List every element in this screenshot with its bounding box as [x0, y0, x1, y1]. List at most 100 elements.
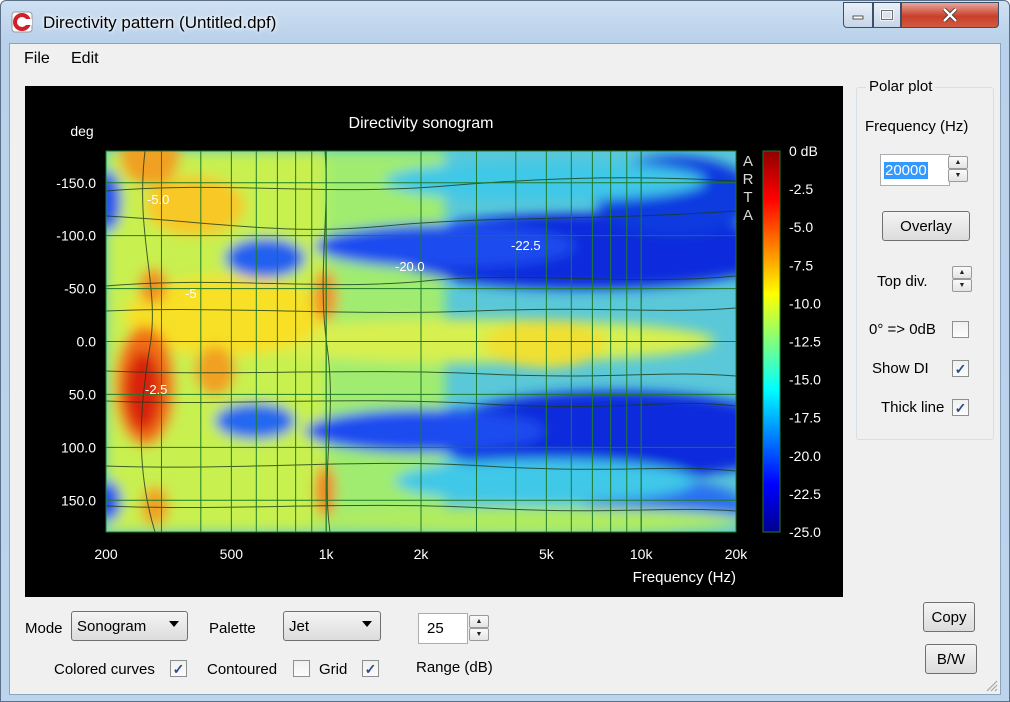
- contour-label-4: -20.0: [395, 259, 425, 274]
- palette-label: Palette: [209, 620, 256, 637]
- mode-label: Mode: [25, 620, 63, 637]
- mode-select[interactable]: Sonogram: [71, 611, 188, 641]
- chevron-down-icon[interactable]: ▼: [469, 628, 489, 641]
- plot-grid: [105, 150, 737, 533]
- show-di-label: Show DI: [872, 360, 929, 377]
- zero-db-checkbox[interactable]: [952, 321, 969, 338]
- colorbar-tick-label: -7.5: [789, 257, 813, 273]
- title-bar[interactable]: Directivity pattern (Untitled.dpf): [1, 1, 1009, 43]
- y-tick-label: 150.0: [61, 492, 96, 508]
- y-tick-label: 50.0: [69, 386, 96, 402]
- range-label: Range (dB): [416, 659, 493, 676]
- resize-grip-icon[interactable]: [984, 678, 998, 692]
- palette-select[interactable]: Jet: [283, 611, 381, 641]
- close-button[interactable]: [901, 2, 999, 28]
- show-di-checkbox[interactable]: ✓: [952, 360, 969, 377]
- frequency-spinner[interactable]: ▲ ▼: [948, 156, 968, 182]
- close-icon: [942, 8, 958, 22]
- x-tick-label: 10k: [630, 546, 654, 562]
- frequency-value: 20000: [884, 161, 928, 179]
- colored-curves-label: Colored curves: [54, 661, 155, 678]
- client-area: File Edit Directivity sonogram deg -5.0 …: [9, 43, 1001, 695]
- colorbar-tick-label: -20.0: [789, 448, 821, 464]
- frequency-label: Frequency (Hz): [865, 118, 969, 135]
- chevron-down-icon: [362, 621, 372, 627]
- colorbar-tick-label: -25.0: [789, 524, 821, 540]
- contoured-checkbox[interactable]: [293, 660, 310, 677]
- top-div-spinner[interactable]: ▲ ▼: [952, 266, 972, 292]
- sonogram-heatmap: [106, 151, 736, 532]
- range-spinner[interactable]: ▲ ▼: [469, 615, 489, 641]
- colorbar-tick-labels: 0 dB -2.5 -5.0 -7.5 -10.0 -12.5 -15.0 -17.5 -20.…: [789, 143, 821, 540]
- colorbar-tick-label: -15.0: [789, 372, 821, 388]
- grid-label: Grid: [319, 661, 348, 678]
- menu-file[interactable]: File: [24, 50, 50, 68]
- top-div-label: Top div.: [877, 273, 928, 290]
- minimize-button[interactable]: [843, 2, 873, 28]
- y-tick-label: -100.0: [56, 228, 96, 244]
- x-tick-label: 5k: [539, 546, 555, 562]
- contour-label-1: -5.0: [147, 192, 169, 207]
- contour-label-2: -5: [185, 286, 197, 301]
- x-tick-label: 2k: [414, 546, 430, 562]
- svg-text:R: R: [743, 171, 754, 188]
- menu-edit[interactable]: Edit: [71, 50, 99, 68]
- contour-label-5: -2.5: [145, 382, 167, 397]
- y-tick-label: 0.0: [77, 334, 97, 350]
- thick-line-label: Thick line: [881, 399, 945, 416]
- y-tick-label: -50.0: [64, 281, 96, 297]
- maximize-button[interactable]: [873, 2, 901, 28]
- mode-value: Sonogram: [77, 617, 147, 635]
- x-tick-labels: 200 500 1k 2k 5k 10k 20k: [94, 546, 748, 562]
- sonogram-svg: Directivity sonogram deg -5.0 -5 -22.5 -…: [56, 115, 821, 586]
- chevron-down-icon: [169, 621, 179, 627]
- zero-db-label: 0° => 0dB: [869, 321, 936, 338]
- copy-button[interactable]: Copy: [923, 602, 975, 632]
- maximize-icon: [880, 9, 894, 21]
- window-title: Directivity pattern (Untitled.dpf): [43, 13, 277, 32]
- chart-title: Directivity sonogram: [349, 115, 494, 132]
- contour-label-3: -22.5: [511, 238, 541, 253]
- colorbar-tick-label: -2.5: [789, 181, 813, 197]
- chevron-down-icon[interactable]: ▼: [952, 279, 972, 292]
- arta-app-icon: [11, 11, 33, 33]
- polar-plot-group-label: Polar plot: [866, 78, 936, 95]
- colorbar-tick-label: -5.0: [789, 219, 813, 235]
- colorbar-tick-label: -10.0: [789, 295, 821, 311]
- x-tick-label: 500: [220, 546, 244, 562]
- range-input[interactable]: 25: [418, 613, 468, 644]
- menu-bar: File Edit: [10, 44, 1000, 72]
- y-axis-label: deg: [70, 123, 93, 139]
- colorbar: [762, 150, 781, 533]
- bw-button[interactable]: B/W: [925, 644, 977, 674]
- range-value: 25: [427, 620, 444, 637]
- colorbar-tick-label: -12.5: [789, 334, 821, 350]
- thick-line-checkbox[interactable]: ✓: [952, 399, 969, 416]
- chevron-up-icon[interactable]: ▲: [952, 266, 972, 279]
- y-tick-label: -150.0: [56, 175, 96, 191]
- colorbar-tick-label: -22.5: [789, 486, 821, 502]
- svg-text:T: T: [743, 189, 752, 206]
- contoured-label: Contoured: [207, 661, 278, 678]
- chevron-down-icon[interactable]: ▼: [948, 169, 968, 182]
- x-axis-label: Frequency (Hz): [633, 569, 736, 586]
- svg-text:A: A: [743, 207, 753, 224]
- overlay-button[interactable]: Overlay: [882, 211, 970, 241]
- x-tick-label: 20k: [725, 546, 749, 562]
- colored-curves-checkbox[interactable]: ✓: [170, 660, 187, 677]
- directivity-sonogram-plot[interactable]: Directivity sonogram deg -5.0 -5 -22.5 -…: [25, 86, 843, 597]
- x-tick-label: 1k: [319, 546, 335, 562]
- polar-plot-group: [856, 87, 994, 440]
- window-frame: Directivity pattern (Untitled.dpf) File …: [0, 0, 1010, 702]
- chevron-up-icon[interactable]: ▲: [948, 156, 968, 169]
- svg-text:A: A: [743, 153, 753, 170]
- frequency-input[interactable]: 20000: [880, 154, 950, 186]
- arta-watermark: A R T A: [743, 153, 754, 224]
- y-tick-labels: -150.0 -100.0 -50.0 0.0 50.0 100.0 150.0: [56, 175, 96, 509]
- y-tick-label: 100.0: [61, 439, 96, 455]
- chevron-up-icon[interactable]: ▲: [469, 615, 489, 628]
- colorbar-tick-label: 0 dB: [789, 143, 818, 159]
- minimize-icon: [852, 15, 864, 20]
- grid-checkbox[interactable]: ✓: [362, 660, 379, 677]
- x-tick-label: 200: [94, 546, 118, 562]
